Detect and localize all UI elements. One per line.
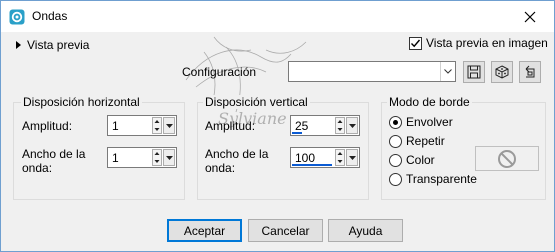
horizontal-group: Disposición horizontal Amplitud: 1 Ancho… [13, 95, 185, 200]
edge-option-color[interactable]: Color [389, 153, 435, 167]
spin-arrows-icon[interactable] [335, 149, 345, 166]
horizontal-wavelength-spinner[interactable]: 1 [107, 147, 177, 168]
edge-option-repeat[interactable]: Repetir [389, 134, 445, 148]
vertical-amplitude-level [292, 132, 302, 134]
save-icon [467, 65, 481, 79]
spin-arrows-icon[interactable] [152, 149, 162, 166]
vertical-group: Disposición vertical Amplitud: 25 Ancho … [197, 95, 369, 200]
vertical-wavelength-spinner[interactable]: 100 [290, 147, 360, 168]
vertical-group-title: Disposición vertical [203, 95, 310, 109]
reset-button[interactable] [519, 61, 541, 83]
checkmark-icon [411, 39, 421, 47]
title-bar: Ondas [1, 1, 554, 32]
edge-radio-wrap[interactable] [389, 115, 402, 129]
vertical-wavelength-level [292, 164, 332, 166]
help-label: Ayuda [348, 223, 383, 238]
preview-on-image-label: Vista previa en imagen [426, 36, 548, 50]
vertical-amplitude-value: 25 [295, 119, 309, 133]
horizontal-wavelength-value: 1 [112, 151, 119, 165]
vertical-amplitude-label: Amplitud: [205, 119, 256, 133]
cancel-label: Cancelar [261, 223, 310, 238]
no-color-icon [498, 149, 516, 168]
accept-button[interactable]: Aceptar [167, 219, 242, 242]
edge-option-transparent[interactable]: Transparente [389, 172, 477, 186]
horizontal-amplitude-label: Amplitud: [22, 119, 73, 133]
config-label: Configuración [182, 65, 257, 79]
preview-on-image-option[interactable]: Vista previa en imagen [409, 36, 548, 50]
horizontal-wavelength-label: Ancho de la [22, 147, 86, 161]
horizontal-amplitude-spinner[interactable]: 1 [107, 115, 177, 136]
chevron-down-icon[interactable] [346, 117, 358, 134]
randomize-button[interactable] [491, 61, 513, 83]
horizontal-wavelength-label-2: onda: [22, 161, 53, 175]
edge-option-label: Color [406, 153, 435, 167]
edge-option-label: Envolver [406, 115, 453, 129]
chevron-down-icon[interactable] [440, 62, 455, 81]
help-button[interactable]: Ayuda [328, 219, 403, 242]
edge-radio-transparent[interactable] [389, 172, 402, 186]
chevron-down-icon[interactable] [163, 117, 175, 134]
horizontal-group-title: Disposición horizontal [21, 95, 142, 109]
vertical-wavelength-value: 100 [295, 151, 316, 165]
edge-radio-color[interactable] [389, 153, 402, 167]
dice-icon [495, 65, 509, 79]
chevron-down-icon[interactable] [163, 149, 175, 166]
dialog-body: Vista previa Sylviane Vista previa en im… [1, 32, 554, 251]
vertical-amplitude-spinner[interactable]: 25 [290, 115, 360, 136]
preview-on-image-checkbox[interactable] [409, 36, 422, 50]
edge-mode-title: Modo de borde [387, 95, 472, 109]
edge-option-label: Transparente [406, 172, 477, 186]
vertical-wavelength-label-2: onda: [205, 161, 236, 175]
accept-label: Aceptar [183, 223, 226, 238]
spin-arrows-icon[interactable] [335, 117, 345, 134]
edge-radio-repeat[interactable] [389, 134, 402, 148]
edge-option-label: Repetir [406, 134, 445, 148]
horizontal-amplitude-value: 1 [112, 119, 119, 133]
chevron-down-icon[interactable] [346, 149, 358, 166]
preview-label: Vista previa [27, 38, 90, 52]
vertical-wavelength-label: Ancho de la [205, 147, 269, 161]
app-icon [9, 9, 25, 25]
close-icon[interactable] [522, 9, 538, 25]
preview-toggle[interactable]: Vista previa [16, 38, 89, 52]
cancel-button[interactable]: Cancelar [248, 219, 323, 242]
window-title: Ondas [32, 9, 68, 23]
config-select[interactable] [288, 61, 456, 82]
expand-arrow-icon [16, 41, 21, 49]
save-preset-button[interactable] [463, 61, 485, 83]
edge-color-swatch[interactable] [475, 146, 539, 171]
dialog-window: Ondas Vista previa Sylviane Vista previa… [0, 0, 555, 252]
spin-arrows-icon[interactable] [152, 117, 162, 134]
edge-option-wrap[interactable]: Envolver [389, 115, 453, 129]
reset-icon [525, 65, 535, 78]
